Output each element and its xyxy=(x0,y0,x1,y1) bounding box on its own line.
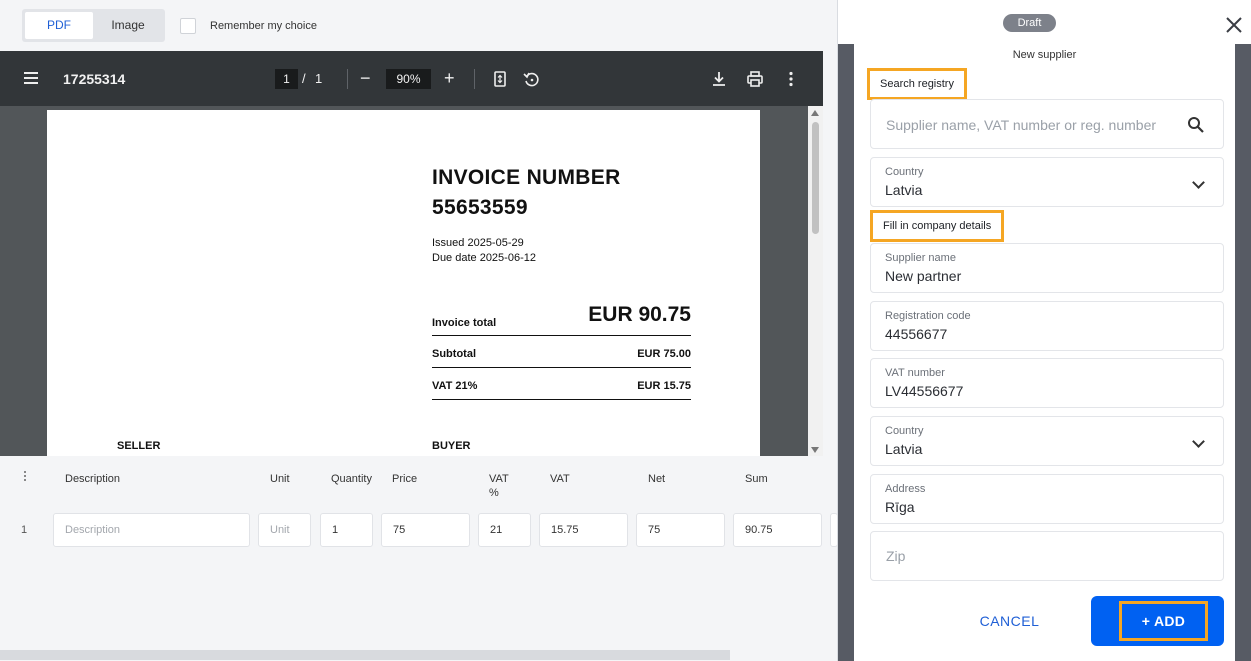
chevron-down-icon[interactable] xyxy=(1192,176,1205,189)
col-description: Description xyxy=(65,473,121,485)
panel-edge-left xyxy=(838,44,854,661)
more-options-icon[interactable] xyxy=(782,70,800,88)
vat-percent-input[interactable]: 21 xyxy=(478,513,531,547)
zoom-in-button[interactable]: + xyxy=(444,68,455,88)
address-field[interactable]: Address Rīga xyxy=(870,474,1224,524)
quantity-input[interactable]: 1 xyxy=(320,513,373,547)
row-number: 1 xyxy=(21,524,28,536)
pdf-toolbar: 17255314 1 / 1 − 90% + xyxy=(0,51,823,106)
vat-number-label: VAT number xyxy=(885,367,945,379)
supplier-panel: Draft New supplier Search registry Suppl… xyxy=(838,0,1251,661)
pdf-viewer[interactable]: 17255314 1 / 1 − 90% + INVOICE NUMBER 55… xyxy=(0,51,823,456)
country-label: Country xyxy=(885,166,924,178)
scroll-up-icon[interactable] xyxy=(811,110,819,116)
scroll-down-icon[interactable] xyxy=(811,447,819,453)
buyer-label: BUYER xyxy=(432,440,471,452)
scroll-thumb[interactable] xyxy=(812,122,819,234)
address-value[interactable]: Rīga xyxy=(885,499,915,515)
remember-choice[interactable]: Remember my choice xyxy=(180,18,317,34)
pdf-tab[interactable]: PDF xyxy=(25,12,93,39)
country-label: Country xyxy=(885,425,924,437)
col-unit: Unit xyxy=(270,473,290,485)
toolbar-divider xyxy=(474,69,475,89)
supplier-name-label: Supplier name xyxy=(885,252,956,264)
vat-number-value[interactable]: LV44556677 xyxy=(885,383,963,399)
cancel-button[interactable]: CANCEL xyxy=(943,596,1076,646)
fit-page-icon[interactable] xyxy=(491,70,509,88)
col-sum: Sum xyxy=(745,473,768,485)
close-icon[interactable] xyxy=(1224,15,1244,35)
rotate-icon[interactable] xyxy=(522,70,540,88)
line-items-table: Description Unit Quantity Price VAT % VA… xyxy=(0,456,838,661)
vat-number-field[interactable]: VAT number LV44556677 xyxy=(870,358,1224,408)
pdf-page: INVOICE NUMBER 55653559 Issued 2025-05-2… xyxy=(47,110,760,456)
subtotal-row: Subtotal EUR 75.00 xyxy=(432,348,691,368)
col-price: Price xyxy=(392,473,418,485)
image-tab[interactable]: Image xyxy=(95,12,161,39)
horizontal-scrollbar[interactable] xyxy=(0,650,730,660)
page-total: 1 xyxy=(315,71,323,86)
zoom-level-input[interactable]: 90% xyxy=(386,69,431,89)
panel-title: New supplier xyxy=(1012,49,1077,61)
country-value: Latvia xyxy=(885,182,923,198)
view-mode-toggle: PDF Image xyxy=(22,9,165,42)
chevron-down-icon[interactable] xyxy=(1192,435,1205,448)
add-button[interactable]: + ADD xyxy=(1091,596,1224,646)
search-registry-heading: Search registry xyxy=(867,68,967,100)
invoice-dates: Issued 2025-05-29 Due date 2025-06-12 xyxy=(432,237,536,264)
registry-country-select[interactable]: Country Latvia xyxy=(870,157,1224,207)
registration-code-value[interactable]: 44556677 xyxy=(885,326,947,342)
panel-edge-right xyxy=(1235,44,1251,661)
search-input[interactable]: Supplier name, VAT number or reg. number xyxy=(886,117,1156,133)
page-separator: / xyxy=(302,71,306,86)
remember-label: Remember my choice xyxy=(210,20,317,32)
company-details-heading: Fill in company details xyxy=(870,210,1005,242)
zoom-out-button[interactable]: − xyxy=(360,68,371,88)
price-input[interactable]: 75 xyxy=(381,513,470,547)
seller-label: SELLER xyxy=(117,440,161,452)
supplier-name-value[interactable]: New partner xyxy=(885,268,961,284)
sum-input[interactable]: 90.75 xyxy=(733,513,822,547)
col-quantity: Quantity xyxy=(331,473,372,485)
vat-input[interactable]: 15.75 xyxy=(539,513,628,547)
company-country-select[interactable]: Country Latvia xyxy=(870,416,1224,466)
net-input[interactable]: 75 xyxy=(636,513,725,547)
download-icon[interactable] xyxy=(710,70,728,88)
address-label: Address xyxy=(885,483,926,495)
description-input[interactable]: Description xyxy=(53,513,250,547)
add-button-label[interactable]: + ADD xyxy=(1119,601,1208,641)
menu-icon[interactable] xyxy=(24,72,38,84)
col-vat-percent: VAT % xyxy=(489,473,509,499)
vat-row: VAT 21% EUR 15.75 xyxy=(432,380,691,400)
document-pane: PDF Image Remember my choice 17255314 1 … xyxy=(0,0,838,661)
unit-input[interactable]: Unit xyxy=(258,513,311,547)
pdf-filename: 17255314 xyxy=(63,71,126,87)
search-icon[interactable] xyxy=(1187,116,1205,134)
remember-checkbox[interactable] xyxy=(180,18,196,34)
print-icon[interactable] xyxy=(746,70,764,88)
page-number-input[interactable]: 1 xyxy=(275,69,298,89)
col-vat: VAT xyxy=(550,473,570,485)
registry-search-field[interactable]: Supplier name, VAT number or reg. number xyxy=(870,99,1224,149)
col-net: Net xyxy=(648,473,666,485)
pdf-scrollbar[interactable] xyxy=(808,106,823,456)
invoice-title: INVOICE NUMBER 55653559 xyxy=(432,166,621,219)
status-badge: Draft xyxy=(1003,14,1056,32)
supplier-name-field[interactable]: Supplier name New partner xyxy=(870,243,1224,293)
toolbar-divider xyxy=(347,69,348,89)
invoice-total-row: Invoice total EUR 90.75 xyxy=(432,303,691,336)
registration-code-label: Registration code xyxy=(885,310,971,322)
row-menu-icon[interactable] xyxy=(24,471,28,483)
zip-input[interactable]: Zip xyxy=(886,548,905,564)
registration-code-field[interactable]: Registration code 44556677 xyxy=(870,301,1224,351)
country-value: Latvia xyxy=(885,441,923,457)
zip-field[interactable]: Zip xyxy=(870,531,1224,581)
